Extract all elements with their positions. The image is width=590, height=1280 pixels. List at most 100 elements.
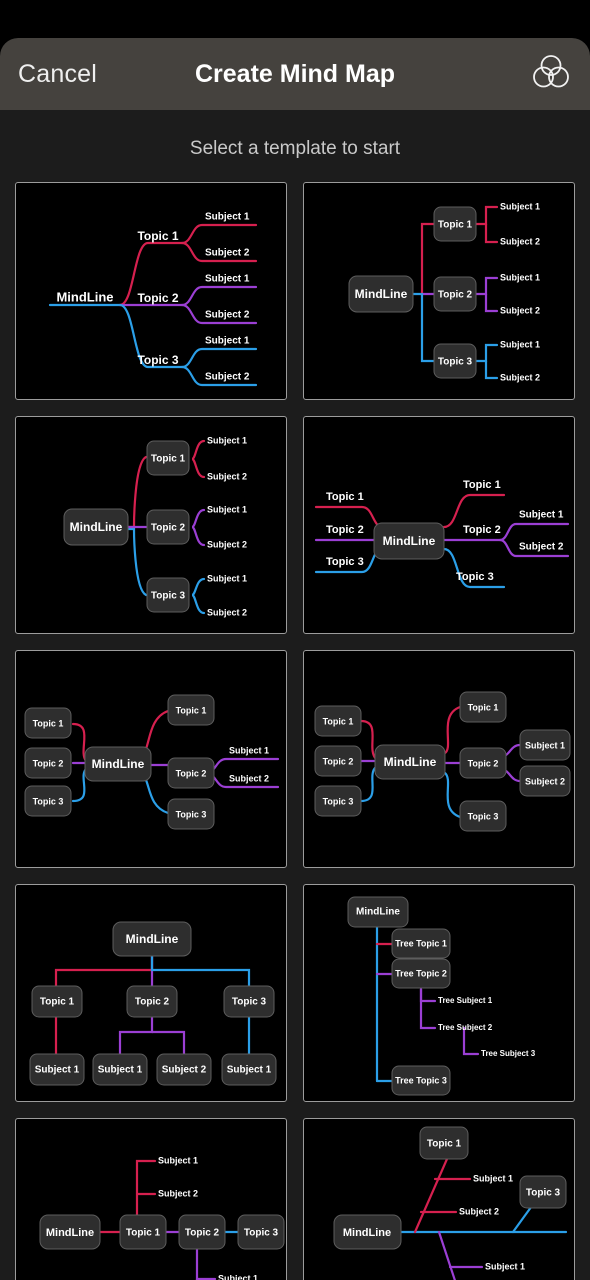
node-topic2-label: Topic 2 (151, 523, 186, 534)
node-root-label: MindLine (56, 289, 113, 304)
node-topic1-label: Topic 1 (326, 491, 364, 503)
node-topic3-label: Topic 3 (176, 809, 207, 819)
node-subject-label: Subject 2 (229, 773, 269, 783)
node-tree-topic3-label: Tree Topic 3 (395, 1075, 447, 1085)
three-overlapping-circles-icon[interactable] (530, 51, 572, 98)
node-tree-subject1-label: Tree Subject 1 (438, 996, 493, 1005)
node-topic1-label: Topic 1 (323, 716, 354, 726)
template-grid: MindLine Topic 1 Topic 2 Topic 3 Subject… (0, 182, 590, 1280)
node-subject-label: Subject 2 (500, 236, 540, 246)
template-card-two-sided-all-boxed[interactable]: Topic 1 Topic 2 Topic 3 MindLine Topic 1… (303, 650, 575, 868)
node-subject-label: Subject 1 (525, 740, 565, 750)
node-topic2-label: Topic 2 (33, 758, 64, 768)
node-subject-label: Subject 1 (207, 504, 247, 514)
node-subject-label: Subject 1 (205, 274, 250, 285)
node-topic3-label: Topic 3 (33, 796, 64, 806)
node-root-label: MindLine (92, 757, 145, 771)
template-card-right-branch-orthogonal[interactable]: MindLine Topic 1 Topic 2 Topic 3 Subject… (303, 182, 575, 400)
node-subject-label: Subject 2 (158, 1188, 198, 1198)
node-subject-label: Subject 1 (500, 201, 540, 211)
node-subject-label: Subject 2 (205, 372, 250, 383)
node-subject-label: Subject 2 (207, 607, 247, 617)
node-topic2-label: Topic 2 (438, 290, 473, 301)
node-root-label: MindLine (355, 287, 408, 301)
node-subject-label: Subject 1 (205, 336, 250, 347)
node-subject-label: Subject 1 (500, 272, 540, 282)
template-card-fishbone[interactable]: MindLine Topic 1 Topic 3 Subject 1 Subje… (303, 1118, 575, 1280)
node-subject-label: Subject 1 (500, 339, 540, 349)
node-root-label: MindLine (383, 534, 436, 548)
node-subject-label: Subject 2 (162, 1065, 207, 1076)
template-card-org-chart[interactable]: MindLine Topic 1 Topic 2 Topic 3 Subject… (15, 884, 287, 1102)
node-subject-label: Subject 2 (205, 310, 250, 321)
node-tree-topic1-label: Tree Topic 1 (395, 938, 447, 948)
node-subject-label: Subject 1 (207, 435, 247, 445)
node-root-label: MindLine (356, 907, 400, 918)
node-topic3-label: Topic 3 (151, 591, 186, 602)
top-bar: Cancel Create Mind Map (0, 38, 590, 110)
node-topic2-label: Topic 2 (326, 524, 364, 536)
node-topic2-label: Topic 2 (468, 758, 499, 768)
node-subject-label: Subject 1 (229, 745, 269, 755)
node-subject-label: Subject 2 (500, 372, 540, 382)
node-topic1-label: Topic 1 (151, 454, 186, 465)
node-topic3-label: Topic 3 (526, 1188, 561, 1199)
template-card-right-branch-freeform[interactable]: MindLine Topic 1 Topic 2 Topic 3 Subject… (15, 182, 287, 400)
create-mind-map-sheet: Cancel Create Mind Map Select a template… (0, 38, 590, 1280)
template-card-horizontal-timeline[interactable]: MindLine Topic 1 Topic 2 Topic 3 Subject… (15, 1118, 287, 1280)
screen-root: Cancel Create Mind Map Select a template… (0, 0, 590, 1280)
template-card-vertical-tree[interactable]: MindLine Tree Topic 1 Tree Topic 2 Tree … (303, 884, 575, 1102)
node-root-label: MindLine (46, 1227, 94, 1239)
template-card-two-sided-boxed[interactable]: Topic 1 Topic 2 Topic 3 MindLine Topic 1… (15, 650, 287, 868)
template-card-right-branch-bracket[interactable]: MindLine Topic 1 Topic 2 Topic 3 Subject… (15, 416, 287, 634)
cancel-button[interactable]: Cancel (18, 60, 97, 89)
subtitle-text: Select a template to start (189, 138, 401, 159)
node-root-label: MindLine (126, 932, 179, 946)
node-subject-label: Subject 1 (519, 510, 564, 521)
node-topic1-label: Topic 1 (427, 1139, 462, 1150)
node-topic2-label: Topic 2 (463, 524, 501, 536)
node-root-label: MindLine (70, 520, 123, 534)
node-topic3-label: Topic 3 (438, 357, 473, 368)
node-topic1-label: Topic 1 (137, 229, 178, 243)
node-subject-label: Subject 1 (158, 1155, 198, 1165)
node-topic3-label: Topic 3 (323, 796, 354, 806)
node-subject-label: Subject 1 (35, 1065, 80, 1076)
node-topic2-label: Topic 2 (137, 291, 178, 305)
node-subject-label: Subject 1 (218, 1273, 258, 1280)
node-subject-label: Subject 2 (459, 1206, 499, 1216)
node-subject-label: Subject 2 (519, 542, 564, 553)
node-topic2-label: Topic 2 (185, 1228, 220, 1239)
node-subject-label: Subject 1 (227, 1065, 272, 1076)
node-subject-label: Subject 1 (207, 573, 247, 583)
node-topic1-label: Topic 1 (176, 705, 207, 715)
node-topic1-label: Topic 1 (40, 997, 75, 1008)
node-root-label: MindLine (343, 1227, 391, 1239)
node-subject-label: Subject 1 (485, 1261, 525, 1271)
node-subject-label: Subject 1 (473, 1173, 513, 1183)
node-topic3-label: Topic 3 (244, 1228, 279, 1239)
node-topic1-label: Topic 1 (468, 702, 499, 712)
node-topic1-label: Topic 1 (33, 718, 64, 728)
node-topic3-label: Topic 3 (232, 997, 267, 1008)
node-topic3-label: Topic 3 (326, 556, 364, 568)
node-topic2-label: Topic 2 (135, 997, 170, 1008)
node-tree-subject2-label: Tree Subject 2 (438, 1023, 493, 1032)
node-subject-label: Subject 2 (525, 776, 565, 786)
node-topic2-label: Topic 2 (176, 768, 207, 778)
node-subject-label: Subject 2 (500, 305, 540, 315)
node-topic2-label: Topic 2 (323, 756, 354, 766)
node-tree-topic2-label: Tree Topic 2 (395, 968, 447, 978)
node-subject-label: Subject 1 (98, 1065, 143, 1076)
node-topic1-label: Topic 1 (438, 220, 473, 231)
node-tree-subject3-label: Tree Subject 3 (481, 1049, 536, 1058)
node-topic1-label: Topic 1 (126, 1228, 161, 1239)
node-root-label: MindLine (384, 755, 437, 769)
node-subject-label: Subject 2 (207, 539, 247, 549)
node-topic1-label: Topic 1 (463, 479, 501, 491)
node-subject-label: Subject 2 (207, 471, 247, 481)
node-topic3-label: Topic 3 (137, 353, 178, 367)
node-topic3-label: Topic 3 (456, 571, 494, 583)
node-topic3-label: Topic 3 (468, 811, 499, 821)
template-card-two-sided-freeform[interactable]: Topic 1 Topic 2 Topic 3 MindLine Topic 1… (303, 416, 575, 634)
